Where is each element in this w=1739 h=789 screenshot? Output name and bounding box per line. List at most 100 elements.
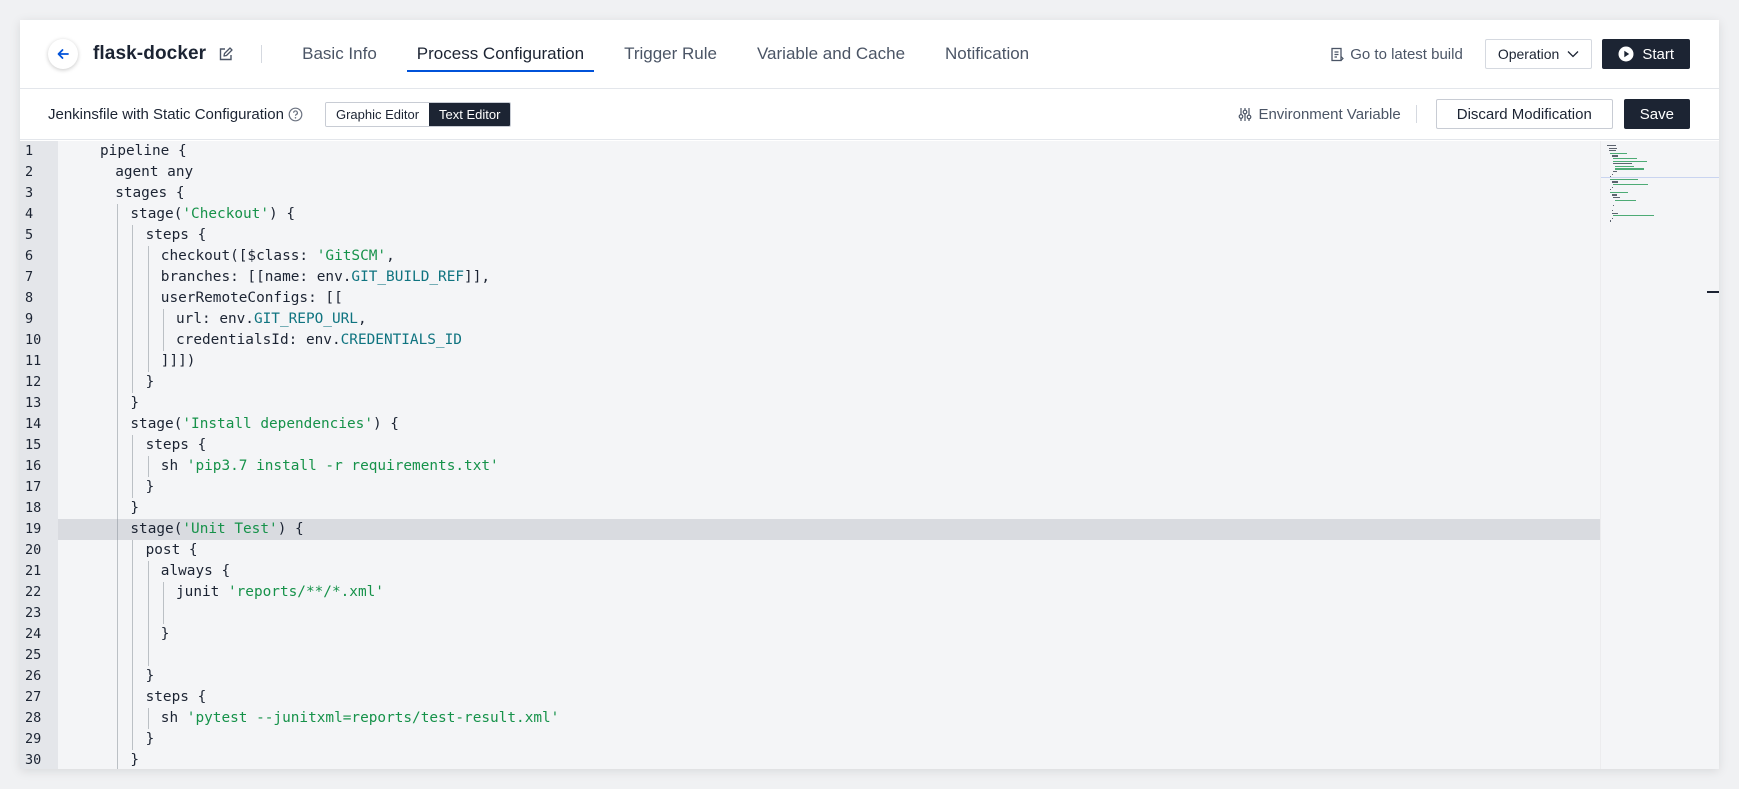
- code-line[interactable]: userRemoteConfigs: [[: [58, 288, 1600, 309]
- code-text: }: [100, 626, 170, 642]
- scrollbar-thumb[interactable]: [1707, 291, 1719, 293]
- code-token: stage(: [130, 416, 183, 432]
- code-text: agent any: [100, 164, 193, 180]
- sliders-icon: [1239, 107, 1252, 121]
- code-text: }: [100, 374, 155, 390]
- code-token: url: env.: [176, 311, 254, 327]
- code-text: sh 'pytest --junitxml=reports/test-resul…: [100, 710, 560, 726]
- code-line[interactable]: [58, 645, 1600, 666]
- edit-icon: [219, 46, 233, 60]
- discard-modification-button[interactable]: Discard Modification: [1435, 99, 1613, 129]
- code-line[interactable]: stage('Unit Test') {: [58, 519, 1600, 540]
- code-line[interactable]: }: [58, 372, 1600, 393]
- tab-basic-info[interactable]: Basic Info: [302, 20, 377, 89]
- code-line[interactable]: stages {: [58, 183, 1600, 204]
- code-line[interactable]: stage('Checkout') {: [58, 204, 1600, 225]
- save-button[interactable]: Save: [1623, 99, 1690, 129]
- minimap-viewport[interactable]: [1601, 177, 1719, 178]
- code-line[interactable]: }: [58, 393, 1600, 414]
- code-line[interactable]: always {: [58, 561, 1600, 582]
- code-line[interactable]: pipeline {: [58, 141, 1600, 162]
- code-line[interactable]: steps {: [58, 687, 1600, 708]
- tab-trigger-rule[interactable]: Trigger Rule: [624, 20, 717, 89]
- code-line[interactable]: }: [58, 729, 1600, 750]
- code-line[interactable]: steps {: [58, 225, 1600, 246]
- code-token: }: [145, 374, 155, 390]
- minimap-line: [1610, 220, 1611, 222]
- code-text: }: [100, 395, 139, 411]
- line-number: 28: [25, 710, 42, 726]
- code-line[interactable]: sh 'pip3.7 install -r requirements.txt': [58, 456, 1600, 477]
- go-to-latest-build-link[interactable]: Go to latest build: [1330, 46, 1463, 63]
- minimap-line: [1610, 189, 1611, 191]
- code-token: ,: [386, 248, 395, 264]
- back-button[interactable]: [48, 39, 78, 69]
- minimap-line: [1610, 191, 1628, 193]
- minimap-line: [1611, 194, 1617, 196]
- line-number: 6: [25, 248, 34, 264]
- code-string: 'Install dependencies': [182, 416, 373, 432]
- code-text: stage('Unit Test') {: [100, 521, 303, 537]
- minimap-line: [1611, 212, 1618, 214]
- code-token: agent any: [115, 164, 194, 180]
- minimap-line: [1613, 184, 1649, 186]
- tab-variable-and-cache[interactable]: Variable and Cache: [757, 20, 905, 89]
- code-line[interactable]: ]]]): [58, 351, 1600, 372]
- operation-dropdown[interactable]: Operation: [1484, 39, 1593, 69]
- tab-notification[interactable]: Notification: [945, 20, 1029, 89]
- code-line[interactable]: credentialsId: env.CREDENTIALS_ID: [58, 330, 1600, 351]
- minimap-line: [1613, 163, 1632, 165]
- code-token: stages {: [115, 185, 185, 201]
- code-line[interactable]: branches: [[name: env.GIT_BUILD_REF]],: [58, 267, 1600, 288]
- tab-process-configuration[interactable]: Process Configuration: [406, 20, 595, 89]
- code-line[interactable]: }: [58, 498, 1600, 519]
- code-area[interactable]: pipeline { agent any stages { stage('Checko…: [58, 141, 1600, 769]
- code-text: }: [100, 752, 139, 768]
- code-line[interactable]: sh 'pytest --junitxml=reports/test-resul…: [58, 708, 1600, 729]
- code-token: checkout([$class:: [160, 248, 317, 264]
- project-name: flask-docker: [93, 43, 207, 64]
- code-text: always {: [100, 563, 230, 579]
- toolbar-actions: Environment Variable Discard Modificatio…: [1238, 99, 1690, 129]
- code-line[interactable]: post {: [58, 540, 1600, 561]
- line-number: 21: [25, 563, 42, 579]
- code-line[interactable]: junit 'reports/**/*.xml': [58, 582, 1600, 603]
- code-token: pipeline {: [100, 143, 187, 159]
- code-editor[interactable]: 1 2 3 4 5 6 7 8 9 10 11 12 13 14 15 16 17 18 19 20 21 22 23 24 2…: [20, 141, 1719, 769]
- environment-variable-button[interactable]: Environment Variable: [1238, 106, 1401, 123]
- code-text: steps {: [100, 689, 207, 705]
- code-line[interactable]: }: [58, 666, 1600, 687]
- code-property: GIT_REPO_URL: [253, 311, 358, 327]
- help-button[interactable]: [288, 107, 303, 122]
- text-editor-button[interactable]: Text Editor: [429, 102, 511, 126]
- line-number: 16: [25, 458, 42, 474]
- code-minimap[interactable]: [1600, 141, 1719, 769]
- code-token: }: [130, 752, 140, 768]
- code-token: steps {: [145, 689, 207, 705]
- code-line[interactable]: checkout([$class: 'GitSCM',: [58, 246, 1600, 267]
- header-actions: Go to latest build Operation Start: [1330, 39, 1690, 69]
- code-line[interactable]: }: [58, 624, 1600, 645]
- code-line[interactable]: }: [58, 477, 1600, 498]
- minimap-line: [1611, 155, 1618, 157]
- graphic-editor-button[interactable]: Graphic Editor: [325, 102, 430, 126]
- edit-name-button[interactable]: [218, 46, 233, 62]
- code-line[interactable]: }: [58, 750, 1600, 769]
- code-line[interactable]: [58, 603, 1600, 624]
- line-number: 18: [25, 500, 42, 516]
- code-line[interactable]: steps {: [58, 435, 1600, 456]
- code-string: 'Unit Test': [182, 521, 278, 537]
- code-token: }: [130, 500, 140, 516]
- operation-label: Operation: [1497, 46, 1560, 62]
- code-text: stage('Install dependencies') {: [100, 416, 399, 432]
- start-button[interactable]: Start: [1602, 39, 1690, 69]
- code-text: stages {: [100, 185, 185, 201]
- code-token: }: [145, 668, 155, 684]
- code-line[interactable]: stage('Install dependencies') {: [58, 414, 1600, 435]
- editor-toolbar: Jenkinsfile with Static Configuration Gr…: [20, 89, 1719, 140]
- code-text: }: [100, 479, 155, 495]
- code-line[interactable]: agent any: [58, 162, 1600, 183]
- minimap-line: [1611, 181, 1618, 183]
- code-line[interactable]: url: env.GIT_REPO_URL,: [58, 309, 1600, 330]
- minimap-line: [1611, 210, 1613, 212]
